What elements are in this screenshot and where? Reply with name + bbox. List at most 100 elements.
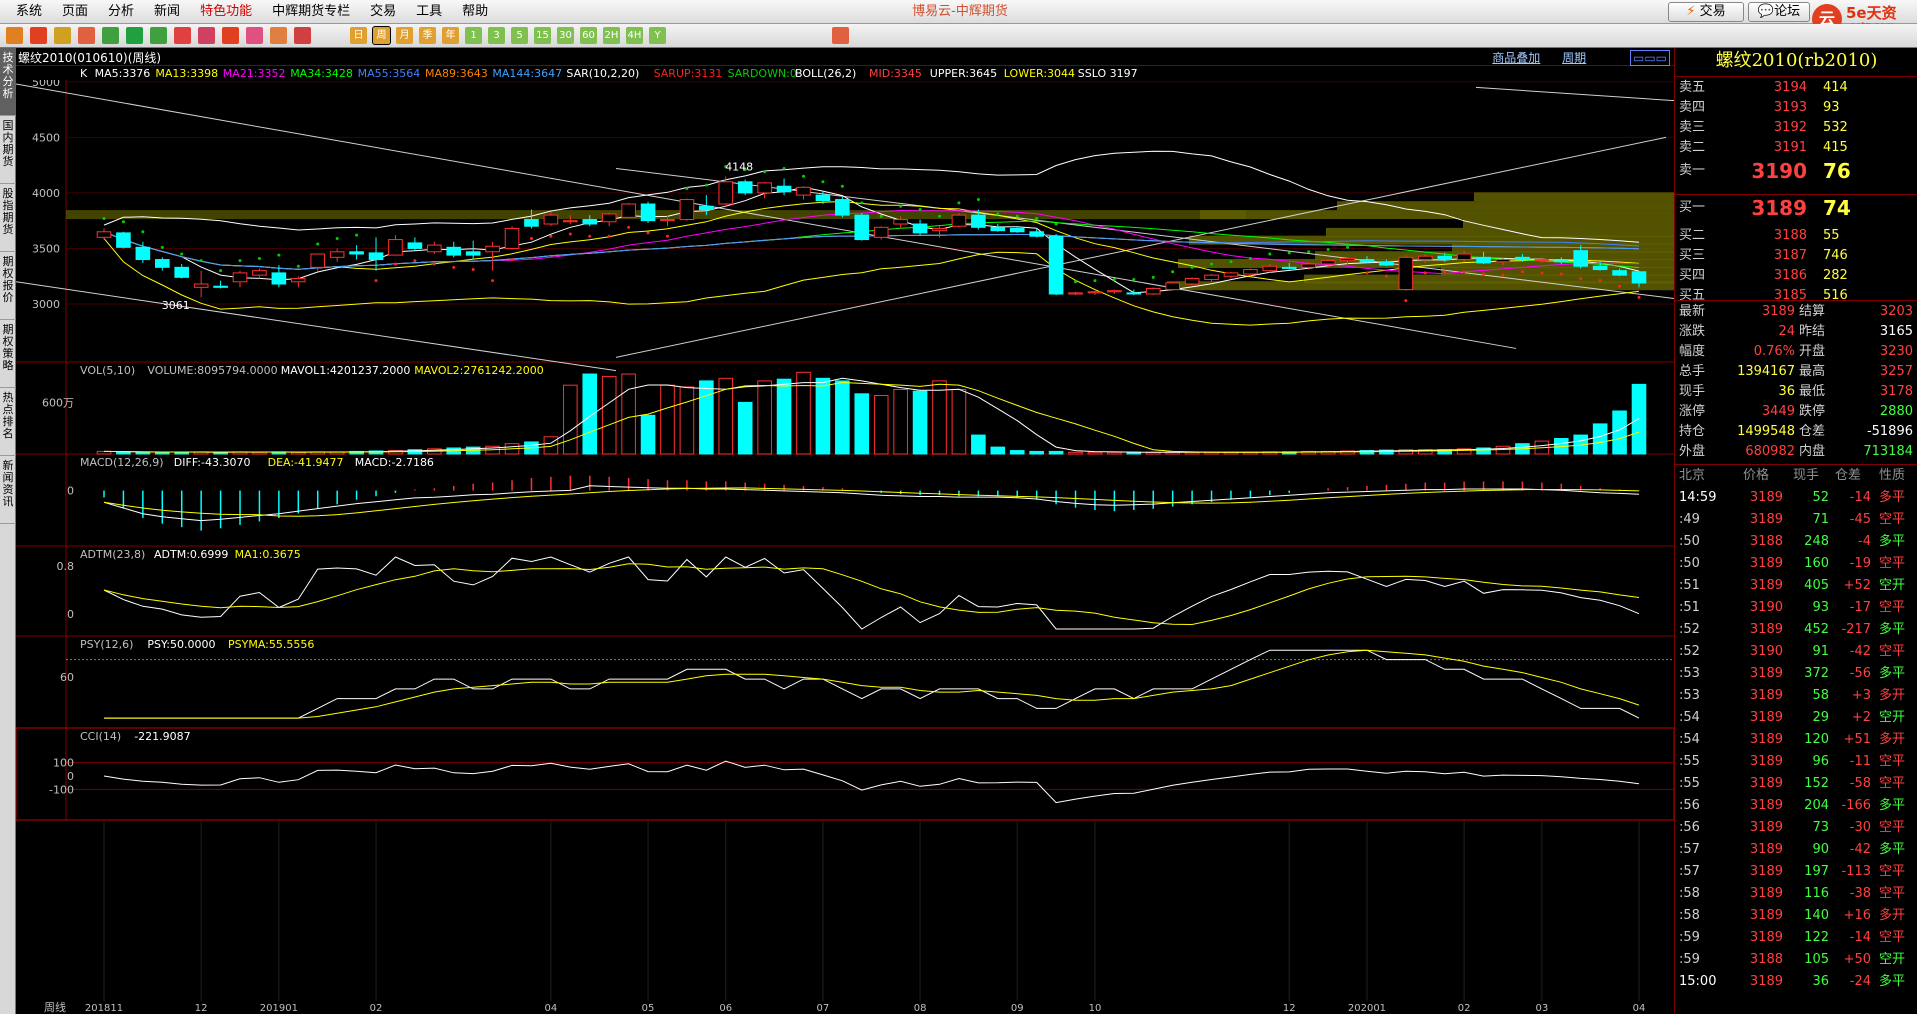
toolbar-tool-icon-11[interactable] (270, 27, 287, 44)
tick-volume: 140 (1804, 908, 1829, 923)
tick-oi-change: -19 (1849, 556, 1871, 571)
sar-dot (219, 269, 223, 273)
toolbar-tool-icon-8[interactable] (198, 27, 215, 44)
sar-dot (588, 234, 592, 238)
menu-item-8[interactable]: 帮助 (452, 0, 498, 24)
period-button-2[interactable]: 月 (396, 27, 413, 44)
tick-row: :52 3189 452 -217 多平 (1675, 620, 1917, 640)
candle (1165, 281, 1180, 291)
toolbar-tool-icon-12[interactable] (294, 27, 311, 44)
tick-nature: 多平 (1879, 666, 1906, 681)
sar-dot (976, 198, 980, 202)
period-button-0[interactable]: 日 (350, 27, 367, 44)
toolbar-tool-icon-6[interactable] (150, 27, 167, 44)
window-controls-icon[interactable]: ▭▭▭ (1629, 50, 1670, 66)
left-tab-2[interactable]: 股指期货 (0, 184, 16, 252)
toolbar-tool-icon-7[interactable] (174, 27, 191, 44)
candle-body (679, 199, 695, 221)
app-title: 博易云-中辉期货 (912, 4, 1008, 19)
period-button-9[interactable]: 30 (557, 27, 574, 44)
period-button-5[interactable]: 1 (465, 27, 482, 44)
x-tick-label: 12 (195, 1003, 208, 1014)
volume-band (1200, 210, 1674, 220)
period-button-1[interactable]: 周 (372, 26, 391, 45)
candle-body (193, 283, 209, 288)
period-button-12[interactable]: 4H (626, 27, 643, 44)
volume-band (1474, 192, 1674, 202)
sar-dot (1423, 271, 1427, 275)
sar-dot (121, 220, 125, 224)
tick-price: 3189 (1749, 754, 1783, 769)
tick-nature: 空平 (1879, 886, 1906, 901)
dea-line (103, 487, 1640, 517)
left-tab-1[interactable]: 国内期货 (0, 116, 16, 184)
period-button-3[interactable]: 季 (419, 27, 436, 44)
stat-value: 2880 (1879, 404, 1913, 419)
legend-item: VOLUME:8095794.0000 (147, 364, 277, 377)
stat-value: 3165 (1879, 324, 1913, 339)
menu-item-0[interactable]: 系统 (6, 0, 52, 24)
tick-price: 3189 (1749, 556, 1783, 571)
toolbar-tool-icon-9[interactable] (222, 27, 239, 44)
period-button-10[interactable]: 60 (580, 27, 597, 44)
forum-button[interactable]: 💬论坛 (1748, 2, 1810, 22)
toolbar-tool-icon-10[interactable] (246, 27, 263, 44)
trade-button[interactable]: ⚡ 交易 (1668, 2, 1744, 22)
x-tick-label: 04 (1633, 1003, 1646, 1014)
legend-item: MAVOL2:2761242.2000 (414, 364, 544, 377)
x-tick-label: 10 (1089, 1003, 1102, 1014)
volume-bar (601, 376, 617, 455)
period-button-11[interactable]: 2H (603, 27, 620, 44)
toolbar-extra-icon[interactable] (832, 27, 849, 44)
price-annotation: 4148 (725, 160, 753, 173)
left-tab-3[interactable]: 期权报价 (0, 252, 16, 320)
tick-price: 3189 (1749, 974, 1783, 989)
period-button-8[interactable]: 15 (534, 27, 551, 44)
chart-area[interactable]: 5000450040003500300041483061K MA5:3376 MA1… (16, 66, 1674, 1014)
logo-text: 5e天资 (1846, 4, 1897, 22)
sar-dot (1637, 295, 1641, 299)
legend-item: CCI(14) (80, 730, 121, 743)
menu-item-3[interactable]: 新闻 (144, 0, 190, 24)
left-tab-0[interactable]: 技术分析 (0, 48, 16, 116)
menu-item-2[interactable]: 分析 (98, 0, 144, 24)
stat-value: 3203 (1879, 304, 1913, 319)
sar-dot (549, 234, 553, 238)
toolbar-tool-icon-2[interactable] (54, 27, 71, 44)
legend-item: SARUP:3131 (654, 67, 723, 80)
tick-volume: 116 (1804, 886, 1829, 901)
candle-body (1398, 256, 1414, 291)
sar-dot (1540, 271, 1544, 275)
sar-dot (199, 259, 203, 263)
sar-dot (763, 170, 767, 174)
tick-nature: 空开 (1879, 578, 1906, 593)
period-link[interactable]: 周期 (1562, 51, 1586, 65)
toolbar-tool-icon-0[interactable] (6, 27, 23, 44)
toolbar-tool-icon-1[interactable] (30, 27, 47, 44)
overlay-link[interactable]: 商品叠加 (1492, 51, 1540, 65)
toolbar-tool-icon-3[interactable] (78, 27, 95, 44)
toolbar-tool-icon-5[interactable] (126, 27, 143, 44)
tick-time: :52 (1679, 644, 1700, 659)
menu-item-4[interactable]: 特色功能 (190, 0, 262, 24)
period-button-7[interactable]: 5 (511, 27, 528, 44)
menu-item-1[interactable]: 页面 (52, 0, 98, 24)
candle (154, 257, 170, 271)
candle-body (640, 203, 656, 222)
left-tab-5[interactable]: 热点排名 (0, 388, 16, 456)
menu-item-6[interactable]: 交易 (360, 0, 406, 24)
sar-dot (102, 216, 106, 220)
toolbar-tool-icon-4[interactable] (102, 27, 119, 44)
period-button-4[interactable]: 年 (442, 27, 459, 44)
menu-item-5[interactable]: 中辉期货专栏 (262, 0, 360, 24)
stat-value: 3449 (1761, 404, 1795, 419)
period-button-13[interactable]: Y (649, 27, 666, 44)
left-tab-6[interactable]: 新闻资讯 (0, 456, 16, 524)
tick-nature: 空平 (1879, 776, 1906, 791)
volume-bar (699, 380, 714, 455)
candle-body (1379, 261, 1394, 266)
left-tab-4[interactable]: 期权策略 (0, 320, 16, 388)
menu-item-7[interactable]: 工具 (406, 0, 452, 24)
sar-dot (1132, 278, 1136, 282)
period-button-6[interactable]: 3 (488, 27, 505, 44)
